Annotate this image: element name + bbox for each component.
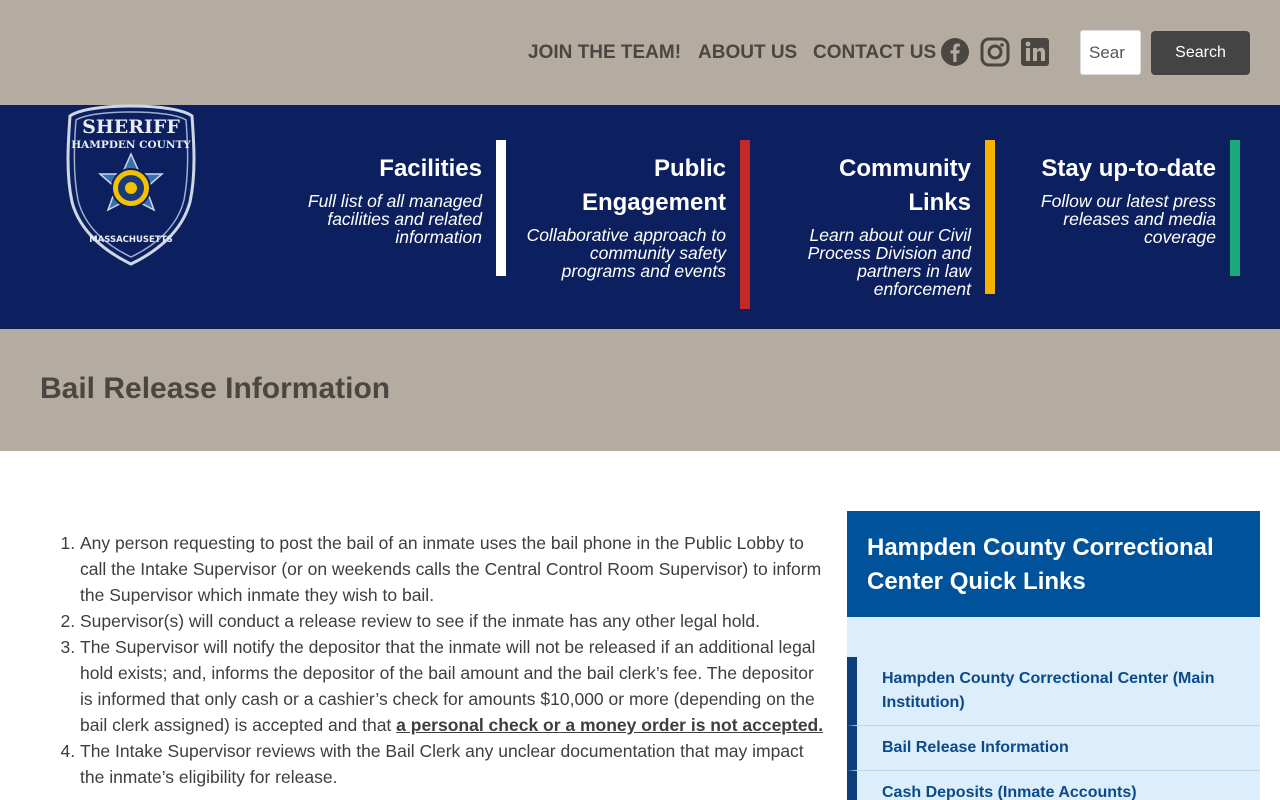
page-title: Bail Release Information bbox=[40, 372, 391, 405]
feature-stay-up-to-date[interactable]: Stay up-to-date Follow our latest press … bbox=[1030, 140, 1240, 276]
feature-title: Public Engagement bbox=[581, 155, 726, 216]
list-item-text: Any person requesting to post the bail o… bbox=[80, 533, 822, 605]
badge-text-county: HAMPDEN COUNTY bbox=[71, 139, 191, 151]
personal-check-warning: a personal check or a money order is not… bbox=[396, 715, 824, 735]
feature-public-engagement[interactable]: Public Engagement Collaborative approach… bbox=[516, 140, 750, 309]
feature-accent-bar bbox=[496, 140, 506, 276]
feature-facilities[interactable]: Facilities Full list of all managed faci… bbox=[300, 140, 506, 276]
quick-links-sidebar: Hampden County Correctional Center Quick… bbox=[847, 511, 1260, 800]
list-item: Any person requesting to post the bail o… bbox=[80, 530, 830, 608]
facebook-icon[interactable] bbox=[940, 37, 970, 67]
sidebar-title: Hampden County Correctional Center Quick… bbox=[847, 511, 1260, 617]
feature-accent-bar bbox=[1230, 140, 1240, 276]
sidebar-link-cash-deposits[interactable]: Cash Deposits (Inmate Accounts) bbox=[847, 771, 1260, 800]
feature-description: Full list of all managed facilities and … bbox=[307, 191, 482, 247]
sidebar-link-main-institution[interactable]: Hampden County Correctional Center (Main… bbox=[847, 657, 1260, 726]
feature-accent-bar bbox=[985, 140, 995, 294]
nav-contact-us[interactable]: CONTACT US bbox=[813, 42, 936, 64]
feature-accent-bar bbox=[740, 140, 750, 309]
feature-description: Learn about our Civil Process Division a… bbox=[807, 225, 971, 299]
list-item: Supervisor(s) will conduct a release rev… bbox=[80, 608, 830, 634]
list-item-text: The Intake Supervisor reviews with the B… bbox=[80, 741, 804, 787]
sheriff-badge-logo[interactable]: SHERIFF HAMPDEN COUNTY MASSACHUSETTS bbox=[66, 104, 196, 266]
badge-text-massachusetts: MASSACHUSETTS bbox=[89, 235, 173, 245]
feature-description: Follow our latest press releases and med… bbox=[1040, 191, 1216, 247]
sidebar-link-bail-release[interactable]: Bail Release Information bbox=[847, 726, 1260, 771]
feature-title: Stay up-to-date bbox=[1041, 155, 1216, 182]
page-title-band: Bail Release Information bbox=[0, 329, 1280, 451]
list-item-text: Supervisor(s) will conduct a release rev… bbox=[80, 611, 760, 631]
list-item: The Intake Supervisor reviews with the B… bbox=[80, 738, 830, 790]
nav-join-the-team[interactable]: JOIN THE TEAM! bbox=[528, 42, 681, 64]
feature-title: Community Links bbox=[839, 155, 971, 216]
nav-about-us[interactable]: ABOUT US bbox=[698, 42, 797, 64]
feature-community-links[interactable]: Community Links Learn about our Civil Pr… bbox=[778, 140, 995, 299]
list-item: The Supervisor will notify the depositor… bbox=[80, 634, 830, 738]
sidebar-links: Hampden County Correctional Center (Main… bbox=[847, 657, 1260, 800]
feature-title: Facilities bbox=[379, 155, 482, 182]
search-button[interactable]: Search bbox=[1151, 31, 1250, 75]
instagram-icon[interactable] bbox=[980, 37, 1010, 67]
top-utility-bar: JOIN THE TEAM! ABOUT US CONTACT US Searc… bbox=[0, 0, 1280, 105]
bail-steps-list: Any person requesting to post the bail o… bbox=[40, 530, 830, 790]
feature-description: Collaborative approach to community safe… bbox=[526, 225, 726, 281]
search-input[interactable] bbox=[1080, 30, 1141, 75]
main-content: Any person requesting to post the bail o… bbox=[40, 530, 830, 790]
linkedin-icon[interactable] bbox=[1020, 37, 1050, 67]
badge-text-sheriff: SHERIFF bbox=[82, 116, 180, 138]
